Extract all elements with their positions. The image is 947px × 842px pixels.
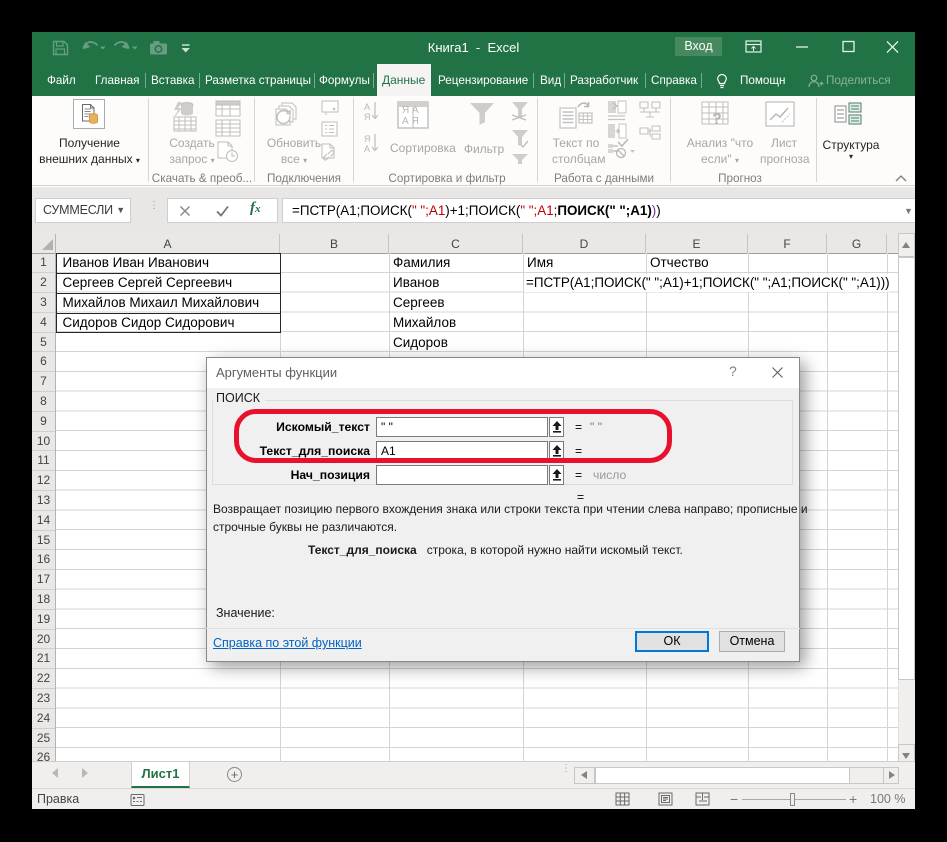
svg-text:А: А — [364, 102, 370, 112]
svg-text:А: А — [364, 144, 370, 154]
svg-text:Я: Я — [364, 112, 371, 122]
svg-text:А Я: А Я — [402, 116, 419, 127]
svg-text:Я: Я — [364, 134, 371, 144]
svg-text:?: ? — [712, 111, 722, 128]
svg-text:Я А: Я А — [402, 105, 419, 116]
